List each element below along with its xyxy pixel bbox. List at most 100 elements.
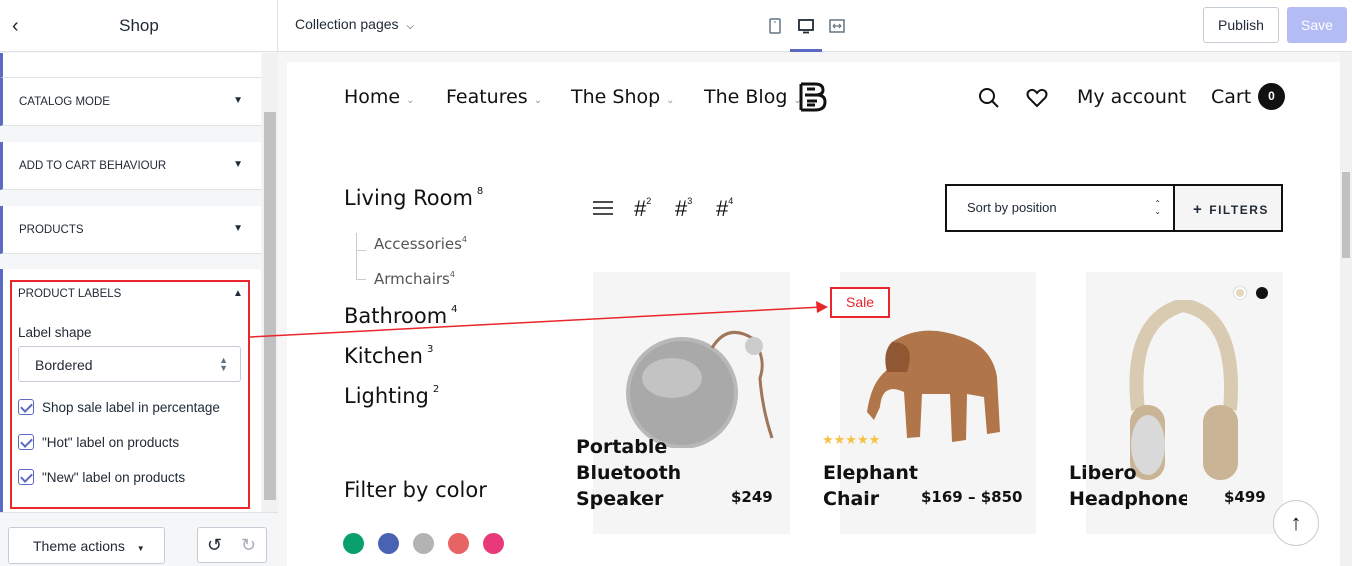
select-arrows-icon: ⌃ ⌄ [1154,199,1161,216]
chevron-down-icon: ⌵ [406,21,414,32]
nav-home[interactable]: Home ⌄ [344,86,415,108]
scroll-to-top-button[interactable]: ↑ [1273,500,1319,546]
plus-icon: + [1193,201,1204,218]
color-filter-swatch[interactable] [413,533,434,554]
nav-the-blog[interactable]: The Blog ⌄ [704,86,802,108]
grid-count: 4 [728,196,734,206]
subcategory-count: 4 [461,235,467,244]
subcategory-name: Accessories [374,235,462,253]
my-account-link[interactable]: My account [1077,86,1186,108]
color-filter-swatch[interactable] [448,533,469,554]
product-name-line: Headphones [1069,488,1187,510]
filters-label: FILTERS [1209,203,1269,217]
filter-by-color-title: Filter by color [344,478,487,502]
preview-scrollbar-thumb[interactable] [1342,172,1350,258]
desktop-view-icon[interactable] [797,17,815,35]
category-name: Lighting [344,384,429,408]
rating-stars: ★★★★★ [822,432,881,447]
brand-logo-icon[interactable] [795,80,829,114]
elephant-chair-product-image[interactable] [862,322,1012,447]
product-name[interactable]: Portable Bluetooth Speaker [576,434,681,512]
category-count: 8 [476,186,484,197]
product-name-line: Chair [823,488,880,510]
previous-section[interactable] [0,53,261,78]
product-name-line: Libero [1069,462,1137,484]
nav-label: Home [344,86,401,108]
caret-down-icon: ▼ [233,95,243,106]
section-products[interactable]: PRODUCTS ▼ [0,206,261,254]
save-button[interactable]: Save [1287,7,1347,43]
product-price: $169 – $850 [921,488,1023,506]
product-name-line: Elephant [823,462,918,484]
preview-scrollbar[interactable] [1340,52,1352,566]
category-living-room[interactable]: Living Room 8 [344,186,483,210]
color-filter-swatch[interactable] [378,533,399,554]
search-icon[interactable] [978,87,1000,109]
page-type-select[interactable]: Collection pages ⌵ [295,16,414,32]
publish-button[interactable]: Publish [1203,7,1279,43]
subcategory-accessories[interactable]: Accessories4 [374,235,467,253]
product-name[interactable]: Libero Headphones [1069,460,1187,512]
list-view-icon[interactable] [593,200,613,216]
editor-toolbar [278,0,1352,52]
grid-count: 3 [687,196,693,206]
undo-icon[interactable]: ↺ [207,535,222,556]
fullscreen-view-icon[interactable] [828,17,846,35]
section-label: PRODUCTS [19,224,84,236]
grid-view-3-icon[interactable]: #3 [675,196,692,222]
sort-select[interactable]: Sort by position ⌃ ⌄ [945,184,1175,232]
grid-view-4-icon[interactable]: #4 [716,196,733,222]
cart-count-badge[interactable]: 0 [1258,83,1285,110]
section-label: ADD TO CART BEHAVIOUR [19,160,167,172]
category-lighting[interactable]: Lighting 2 [344,384,439,408]
mobile-view-icon[interactable] [766,17,784,35]
caret-down-icon: ▼ [233,223,243,234]
color-swatch-black[interactable] [1256,287,1268,299]
subcategory-tree-line [356,233,357,279]
category-count: 2 [432,384,440,395]
sale-badge: Sale [830,287,890,318]
subcategory-tree-branch [356,279,366,280]
sort-value: Sort by position [967,200,1057,215]
filters-button[interactable]: + FILTERS [1173,184,1283,232]
page-title: Shop [119,16,159,35]
chevron-down-icon: ⌄ [406,95,415,106]
page-type-select-label: Collection pages [295,16,399,32]
nav-label: Features [446,86,528,108]
nav-label: The Blog [704,86,788,108]
theme-actions-button[interactable]: Theme actions ▼ [8,527,165,564]
active-view-indicator [790,49,822,52]
heart-icon[interactable] [1026,87,1048,109]
section-label: CATALOG MODE [19,96,110,108]
grid-count: 2 [646,196,652,206]
caret-down-icon: ▼ [136,544,145,553]
section-catalog-mode[interactable]: CATALOG MODE ▼ [0,78,261,126]
section-add-to-cart-behaviour[interactable]: ADD TO CART BEHAVIOUR ▼ [0,142,261,190]
nav-label: The Shop [571,86,661,108]
product-name-line: Speaker [576,488,664,510]
undo-redo-group: ↺ ↻ [197,527,267,563]
nav-the-shop[interactable]: The Shop ⌄ [571,86,675,108]
chevron-down-icon: ⌄ [533,95,543,106]
caret-down-icon: ▼ [233,159,243,170]
product-name[interactable]: Elephant Chair [823,460,918,512]
product-price: $249 [731,488,773,506]
category-name: Living Room [344,186,473,210]
cart-link[interactable]: Cart [1211,86,1251,108]
product-price: $499 [1224,488,1266,506]
color-swatch-beige[interactable] [1234,287,1246,299]
subcategory-armchairs[interactable]: Armchairs4 [374,270,455,288]
subcategory-name: Armchairs [374,270,450,288]
chevron-down-icon: ⌄ [666,95,675,106]
redo-icon[interactable]: ↻ [241,535,256,556]
product-name-line: Bluetooth [576,462,682,484]
color-filter-swatch[interactable] [483,533,504,554]
highlight-box [10,280,250,509]
annotation-arrow [250,301,828,338]
subcategory-tree-branch [356,250,366,251]
grid-view-2-icon[interactable]: #2 [634,196,651,222]
theme-actions-label: Theme actions [33,538,125,554]
nav-features[interactable]: Features ⌄ [446,86,542,108]
subcategory-count: 4 [449,270,455,279]
color-filter-swatch[interactable] [343,533,364,554]
